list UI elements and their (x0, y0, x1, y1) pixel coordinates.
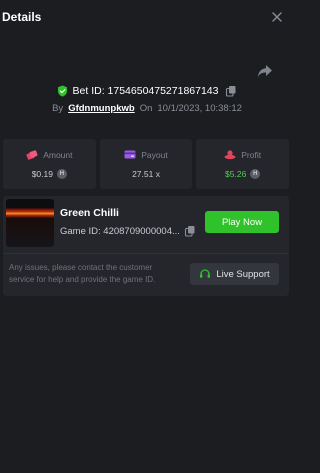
game-card: Green Chilli Game ID: 4208709000004... P… (3, 196, 289, 296)
game-id-row: Game ID: 4208709000004... (60, 225, 200, 237)
close-icon[interactable] (269, 9, 285, 25)
bet-meta-row: By Gfdnmunpkwb On 10/1/2023, 10:38:12 (0, 100, 294, 116)
page-title: Details (2, 10, 42, 24)
bet-id: Bet ID: 1754650475271867143 (72, 85, 219, 97)
bet-datetime: 10/1/2023, 10:38:12 (157, 102, 242, 114)
stat-payout-value: 27.51 x (132, 169, 160, 179)
stat-profit-label: Profit (241, 149, 262, 160)
stat-payout: Payout 27.51 x (99, 139, 193, 189)
copy-bet-id-icon[interactable] (225, 85, 237, 97)
currency-coin-icon: H (56, 169, 67, 179)
payout-icon (124, 150, 136, 159)
profit-icon (224, 150, 236, 160)
game-id: Game ID: 4208709000004... (60, 225, 180, 237)
stats-row: Amount $0.19 H Payout 27.51 x Profit $5.… (3, 139, 290, 189)
shield-check-icon (57, 85, 67, 97)
on-label: On (139, 102, 153, 114)
live-support-label: Live Support (216, 268, 270, 280)
headset-icon (200, 269, 211, 278)
play-now-button[interactable]: Play Now (205, 211, 279, 233)
stat-amount-value: $0.19 (31, 169, 53, 179)
game-name: Green Chilli (60, 207, 119, 219)
stat-amount-label: Amount (43, 149, 73, 160)
help-text: Any issues, please contact the customer … (9, 263, 156, 284)
username-link[interactable]: Gfdnmunpkwb (68, 103, 135, 114)
by-label: By (52, 102, 64, 114)
stat-amount: Amount $0.19 H (3, 139, 96, 189)
stat-profit: Profit $5.26 H (196, 139, 290, 189)
currency-coin-icon: H (250, 169, 261, 179)
share-icon[interactable] (256, 62, 274, 80)
stat-payout-label: Payout (141, 149, 168, 160)
copy-game-id-icon[interactable] (184, 225, 196, 237)
divider (3, 253, 289, 254)
live-support-button[interactable]: Live Support (190, 263, 279, 285)
coins-icon (26, 150, 38, 160)
stat-profit-value: $5.26 (225, 169, 247, 179)
details-header: Details (0, 0, 294, 34)
bet-id-row: Bet ID: 1754650475271867143 (0, 83, 294, 99)
game-thumbnail[interactable] (6, 199, 54, 247)
